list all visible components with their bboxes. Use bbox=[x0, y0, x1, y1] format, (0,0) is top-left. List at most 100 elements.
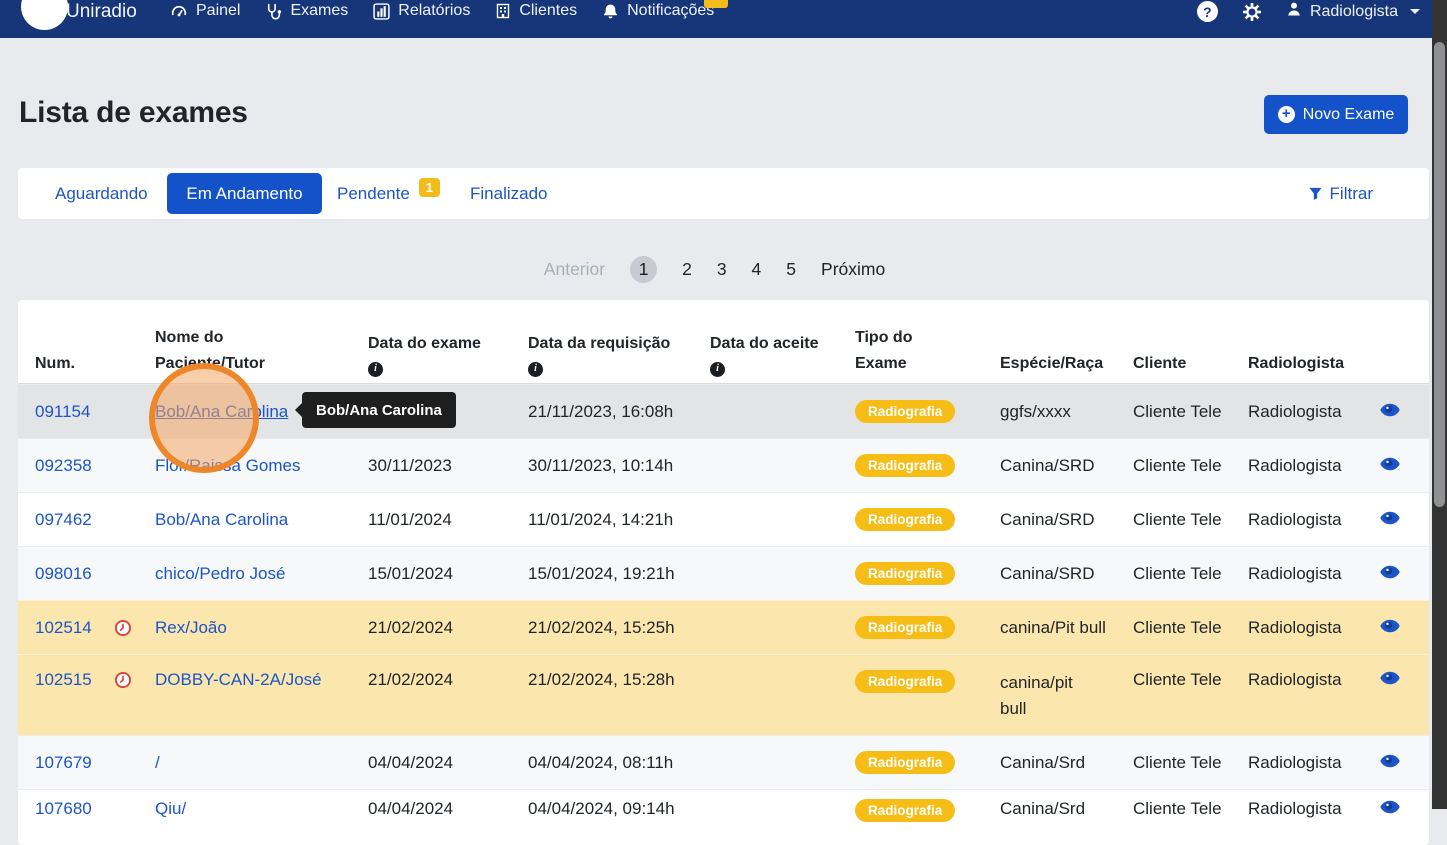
view-exam-icon[interactable] bbox=[1380, 618, 1400, 638]
nav-item-painel[interactable]: Painel bbox=[170, 2, 240, 20]
patient-link[interactable]: Rex/João bbox=[155, 618, 227, 637]
accept-date-cell bbox=[710, 790, 855, 799]
tab-pendente[interactable]: Pendente 1 bbox=[337, 168, 440, 219]
app-logo bbox=[21, 0, 68, 30]
request-date-cell: 11/01/2024, 14:21h bbox=[528, 510, 710, 530]
patient-link[interactable]: DOBBY-CAN-2A/José bbox=[155, 670, 322, 689]
patient-link[interactable]: chico/Pedro José bbox=[155, 564, 285, 583]
pagination-page-2[interactable]: 2 bbox=[682, 259, 692, 280]
exam-number-link[interactable]: 107679 bbox=[35, 753, 92, 773]
exam-type-badge: Radiografia bbox=[855, 616, 955, 639]
header-radiologist: Radiologista bbox=[1248, 294, 1373, 390]
radiologist-cell: Radiologista bbox=[1248, 618, 1373, 638]
gear-icon[interactable] bbox=[1242, 2, 1262, 22]
exam-number-link[interactable]: 092358 bbox=[35, 456, 92, 476]
table-row: 091154 Bob/Ana Carolina 21/11/2023 21/11… bbox=[18, 384, 1429, 438]
table-row: 098016 chico/Pedro José 15/01/2024 15/01… bbox=[18, 546, 1429, 600]
filter-button[interactable]: Filtrar bbox=[1308, 168, 1373, 219]
tab-aguardando[interactable]: Aguardando bbox=[55, 168, 148, 219]
tab-pendente-label: Pendente bbox=[337, 184, 410, 204]
pagination-page-3[interactable]: 3 bbox=[717, 259, 727, 280]
nav-item-exames[interactable]: Exames bbox=[265, 2, 348, 20]
client-cell: Cliente Tele bbox=[1133, 618, 1248, 638]
view-exam-icon[interactable] bbox=[1380, 799, 1400, 819]
late-clock-icon bbox=[114, 671, 132, 689]
info-icon[interactable] bbox=[528, 362, 543, 377]
nav-item-notificacoes[interactable]: Notificações bbox=[602, 2, 714, 20]
vertical-scrollbar bbox=[1432, 0, 1447, 809]
species-cell: Canina/SRD bbox=[1000, 456, 1133, 476]
patient-link[interactable]: Flor/Raissa Gomes bbox=[155, 456, 300, 475]
exam-number-link[interactable]: 107680 bbox=[35, 799, 92, 819]
table-row: 102514 Rex/João 21/02/2024 21/02/2024, 1… bbox=[18, 600, 1429, 654]
client-cell: Cliente Tele bbox=[1133, 510, 1248, 530]
person-icon bbox=[1286, 1, 1302, 22]
exam-number-link[interactable]: 098016 bbox=[35, 564, 92, 584]
pendente-count-badge: 1 bbox=[419, 178, 440, 197]
exam-number-link[interactable]: 102515 bbox=[35, 670, 92, 690]
client-cell: Cliente Tele bbox=[1133, 456, 1248, 476]
help-icon[interactable] bbox=[1197, 1, 1218, 22]
nav-item-relatorios[interactable]: Relatórios bbox=[373, 2, 470, 20]
new-exam-button[interactable]: Novo Exame bbox=[1264, 95, 1408, 134]
species-cell: ggfs/xxxx bbox=[1000, 402, 1133, 422]
patient-link[interactable]: / bbox=[155, 753, 160, 772]
client-cell: Cliente Tele bbox=[1133, 753, 1248, 773]
species-cell: Canina/SRD bbox=[1000, 564, 1133, 584]
pagination-page-1[interactable]: 1 bbox=[630, 256, 657, 283]
pagination-next[interactable]: Próximo bbox=[821, 259, 885, 280]
chevron-down-icon bbox=[1410, 9, 1420, 14]
exam-type-badge: Radiografia bbox=[855, 562, 955, 585]
exam-type-badge: Radiografia bbox=[855, 508, 955, 531]
scrollbar-thumb[interactable] bbox=[1434, 42, 1445, 507]
pagination: Anterior 1 2 3 4 5 Próximo bbox=[0, 256, 1429, 283]
request-date-cell: 21/02/2024, 15:25h bbox=[528, 618, 710, 638]
exam-number-link[interactable]: 097462 bbox=[35, 510, 92, 530]
radiologist-cell: Radiologista bbox=[1248, 402, 1373, 422]
patient-link[interactable]: Bob/Ana Carolina bbox=[155, 510, 288, 529]
radiologist-cell: Radiologista bbox=[1248, 790, 1373, 819]
view-exam-icon[interactable] bbox=[1380, 753, 1400, 773]
tab-em-andamento[interactable]: Em Andamento bbox=[167, 173, 322, 214]
header-num: Num. bbox=[18, 294, 155, 390]
exam-type-badge: Radiografia bbox=[855, 670, 955, 693]
exam-number-link[interactable]: 102514 bbox=[35, 618, 92, 638]
table-row: 107679 / 04/04/2024 04/04/2024, 08:11h R… bbox=[18, 735, 1429, 789]
view-exam-icon[interactable] bbox=[1380, 670, 1400, 690]
pagination-page-4[interactable]: 4 bbox=[752, 259, 762, 280]
patient-link[interactable]: Bob/Ana Carolina bbox=[155, 402, 288, 421]
exam-number-link[interactable]: 091154 bbox=[35, 402, 90, 422]
radiologist-cell: Radiologista bbox=[1248, 510, 1373, 530]
client-cell: Cliente Tele bbox=[1133, 790, 1248, 819]
exam-type-badge: Radiografia bbox=[855, 751, 955, 774]
header-accept-date: Data do aceite bbox=[710, 294, 855, 390]
user-menu[interactable]: Radiologista bbox=[1286, 1, 1420, 22]
nav-item-clientes[interactable]: Clientes bbox=[495, 2, 577, 20]
species-cell: canina/Pit bull bbox=[1000, 618, 1133, 638]
radiologist-cell: Radiologista bbox=[1248, 753, 1373, 773]
funnel-icon bbox=[1308, 186, 1323, 201]
exam-date-cell: 04/04/2024 bbox=[368, 790, 528, 819]
request-date-cell: 04/04/2024, 09:14h bbox=[528, 790, 710, 819]
table-row: 092358 Flor/Raissa Gomes 30/11/2023 30/1… bbox=[18, 438, 1429, 492]
view-exam-icon[interactable] bbox=[1380, 564, 1400, 584]
header-request-date: Data da requisição bbox=[528, 294, 710, 390]
info-icon[interactable] bbox=[710, 362, 725, 377]
stethoscope-icon bbox=[265, 3, 282, 20]
header-species: Espécie/Raça bbox=[1000, 294, 1133, 390]
view-exam-icon[interactable] bbox=[1380, 402, 1400, 422]
tab-finalizado[interactable]: Finalizado bbox=[470, 168, 548, 219]
view-exam-icon[interactable] bbox=[1380, 456, 1400, 476]
nav-label: Relatórios bbox=[398, 2, 470, 20]
info-icon[interactable] bbox=[368, 362, 383, 377]
species-cell: canina/pit bull bbox=[1000, 670, 1092, 722]
table-row: 107680 Qiu/ 04/04/2024 04/04/2024, 09:14… bbox=[18, 789, 1429, 843]
bar-chart-icon bbox=[373, 3, 390, 20]
view-exam-icon[interactable] bbox=[1380, 510, 1400, 530]
pagination-page-5[interactable]: 5 bbox=[786, 259, 796, 280]
request-date-cell: 04/04/2024, 08:11h bbox=[528, 753, 710, 773]
request-date-cell: 30/11/2023, 10:14h bbox=[528, 456, 710, 476]
pagination-previous[interactable]: Anterior bbox=[544, 259, 605, 280]
exams-table: Num. Nome doPaciente/Tutor Data do exame… bbox=[18, 300, 1429, 845]
notification-badge bbox=[704, 0, 728, 8]
